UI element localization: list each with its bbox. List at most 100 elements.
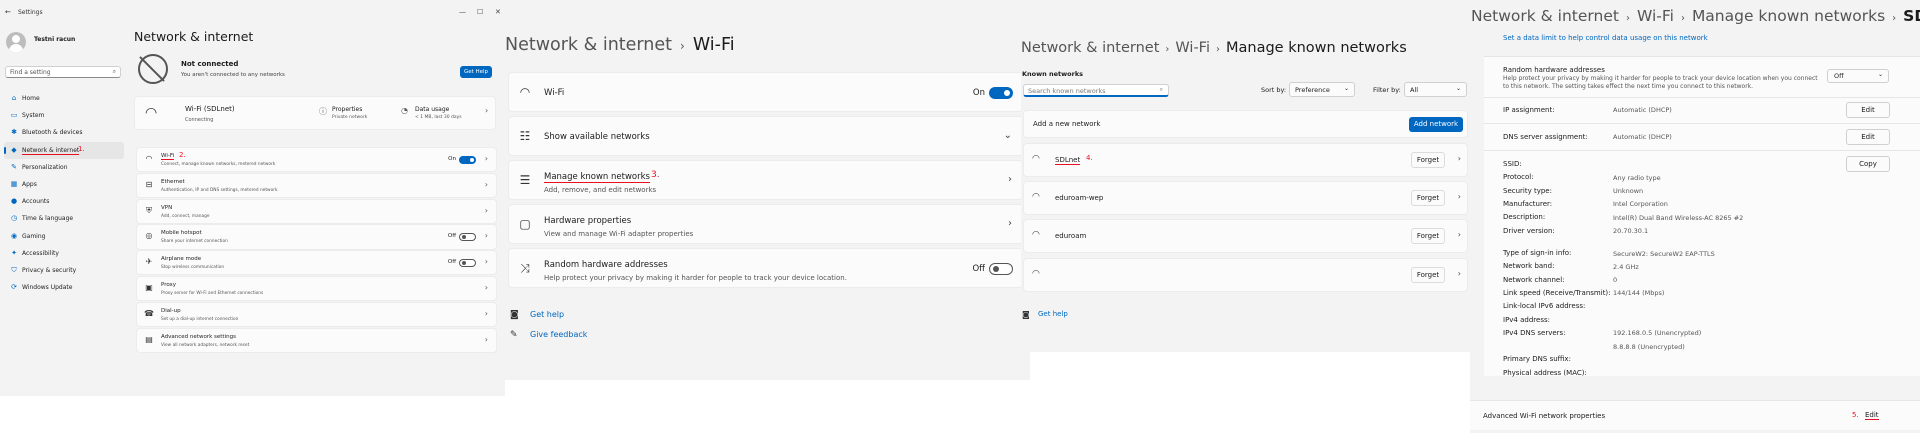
sort-by-label: Sort by: [1261, 86, 1287, 94]
hardware-properties[interactable]: ▢ Hardware properties View and manage Wi… [508, 204, 1023, 244]
known-network-row[interactable]: ◠ eduroam Forget › [1023, 219, 1468, 254]
dns-assignment-value: Automatic (DHCP) [1613, 133, 1672, 141]
sidebar-item-privacy-security[interactable]: ⛉ Privacy & security [4, 262, 124, 279]
properties-link[interactable]: Properties Private network [332, 106, 367, 120]
known-network-row[interactable]: ◠ SDLnet 4. Forget › [1023, 143, 1468, 177]
forget-button[interactable]: Forget [1411, 190, 1445, 207]
get-help-button[interactable]: Get Help [460, 66, 492, 78]
chevron-right-icon: › [1457, 154, 1461, 163]
window-title: Settings [18, 9, 43, 16]
wifi-icon: ◠ [1032, 192, 1040, 203]
setting-subtitle: View all network adapters, network reset [161, 342, 250, 348]
setting-row-mobile-hotspot[interactable]: ◎ Mobile hotspot Share your internet conne… [136, 224, 497, 250]
back-arrow-icon[interactable]: ← [5, 8, 11, 16]
get-help-link[interactable]: ◙ Get help [508, 308, 587, 328]
minimize-icon[interactable]: — [459, 8, 466, 16]
get-help-label: Get help [1038, 310, 1068, 318]
toggle-switch[interactable] [459, 156, 476, 164]
find-setting-input[interactable]: Find a setting ⌕ [5, 66, 121, 78]
forget-button[interactable]: Forget [1411, 228, 1445, 245]
dns-edit-button[interactable]: Edit [1846, 129, 1890, 145]
ethernet-icon: ⊟ [145, 179, 153, 189]
manage-known-networks[interactable]: ☰ Manage known networks Add, remove, and… [508, 160, 1023, 200]
breadcrumb-network[interactable]: Network & internet [1471, 7, 1619, 25]
close-icon[interactable]: ✕ [495, 8, 501, 16]
step-marker-3: 3. [651, 170, 660, 180]
rha-dropdown[interactable]: Off ⌄ [1827, 69, 1889, 83]
sidebar-item-windows-update[interactable]: ⟳ Windows Update [4, 279, 124, 296]
sidebar-item-accounts[interactable]: ● Accounts [4, 193, 124, 210]
chevron-right-icon: › [1680, 13, 1685, 24]
sidebar-item-time-language[interactable]: ◷ Time & language [4, 210, 124, 227]
sidebar-item-network-internet[interactable]: ◆ Network & internet [4, 141, 124, 159]
data-usage-link[interactable]: Data usage < 1 MB, last 30 days [415, 106, 462, 120]
step-marker-5: 5. [1852, 411, 1859, 419]
hw-props-label: Hardware properties [544, 216, 632, 226]
setting-row-advanced-network-settings[interactable]: ▤ Advanced network settings View all netwo… [136, 327, 497, 353]
advanced-edit-button[interactable]: Edit [1865, 411, 1879, 420]
sidebar-item-home[interactable]: ⌂ Home [4, 90, 124, 107]
ip-assignment-value: Automatic (DHCP) [1613, 106, 1672, 114]
sidebar-item-gaming[interactable]: ◉ Gaming [4, 228, 124, 245]
user-name: Testni racun [34, 36, 76, 43]
random-hw-toggle[interactable] [989, 263, 1013, 275]
sidebar-item-apps[interactable]: ▦ Apps [4, 176, 124, 193]
show-available-networks[interactable]: ☷ Show available networks ⌄ [508, 116, 1023, 156]
user-profile[interactable]: Testni racun [6, 32, 126, 54]
sidebar-item-system[interactable]: ▭ System [4, 107, 124, 124]
known-network-row[interactable]: ◠ Forget › [1023, 257, 1468, 292]
wifi-toggle[interactable] [989, 87, 1013, 99]
filter-dropdown[interactable]: All ⌄ [1404, 82, 1467, 97]
sidebar-item-accessibility[interactable]: ✦ Accessibility [4, 245, 124, 262]
globe-disconnected-icon [138, 54, 168, 84]
wifi-network-name: Wi-Fi (SDLnet) [185, 105, 235, 113]
get-help-link[interactable]: ◙ Get help [1021, 310, 1068, 319]
wifi-connection-card[interactable]: ◠ Wi-Fi (SDLnet) Connecting ⓘ Properties… [134, 96, 496, 130]
add-network-button[interactable]: Add network [1409, 117, 1463, 132]
breadcrumb-manage[interactable]: Manage known networks [1692, 7, 1885, 25]
ip-edit-button[interactable]: Edit [1846, 102, 1890, 118]
chevron-right-icon: › [484, 231, 488, 241]
breadcrumb-network[interactable]: Network & internet [1021, 40, 1159, 56]
known-networks-label: Known networks [1022, 70, 1084, 78]
toggle-switch[interactable] [459, 233, 476, 242]
breadcrumb-network[interactable]: Network & internet [505, 35, 672, 55]
wifi-label: Wi-Fi [544, 88, 565, 98]
known-network-row[interactable]: ◠ eduroam-wep Forget › [1023, 181, 1468, 216]
forget-button[interactable]: Forget [1411, 152, 1445, 168]
breadcrumb-wifi[interactable]: Wi-Fi [1637, 7, 1674, 25]
known-networks-list: ◠ SDLnet 4. Forget › ◠ eduroam-wep Forget › ◠ edur… [1023, 143, 1468, 296]
setting-row-vpn[interactable]: ⛨ VPN Add, connect, manage › [136, 198, 497, 224]
sort-dropdown[interactable]: Preference ⌄ [1289, 82, 1355, 97]
sidebar-item-personalization[interactable]: ✎ Personalization [4, 159, 124, 176]
setting-row-airplane-mode[interactable]: ✈ Airplane mode Stop wireless communicatio… [136, 250, 497, 276]
sort-value: Preference [1295, 86, 1330, 94]
toggle-switch[interactable] [459, 259, 476, 268]
copy-button[interactable]: Copy [1846, 156, 1890, 172]
property-value: Any radio type [1613, 173, 1661, 182]
feedback-icon: ✎ [510, 330, 518, 340]
setting-row-ethernet[interactable]: ⊟ Ethernet Authentication, IP and DNS sett… [136, 172, 497, 199]
give-feedback-link[interactable]: ✎ Give feedback [508, 328, 587, 348]
search-known-networks-input[interactable]: Search known networks ⌕ [1023, 84, 1169, 97]
chevron-right-icon: › [1457, 268, 1461, 278]
wifi-icon: ◠ [519, 85, 531, 99]
property-label: SSID: [1503, 160, 1522, 168]
chevron-right-icon: › [485, 106, 489, 115]
property-label: Description: [1503, 213, 1546, 222]
forget-button[interactable]: Forget [1411, 266, 1445, 283]
wifi-icon: ◠ [1032, 268, 1040, 279]
data-limit-link[interactable]: Set a data limit to help control data us… [1503, 34, 1708, 42]
breadcrumb: Network & internet › Wi-Fi › Manage known ne… [1471, 7, 1920, 25]
network-name: eduroam [1055, 232, 1087, 241]
setting-row-wi-fi[interactable]: ◠ Wi-Fi Connect, manage known networks, me… [136, 147, 497, 173]
breadcrumb-wifi[interactable]: Wi-Fi [1175, 40, 1210, 56]
chevron-right-icon: › [484, 334, 488, 344]
sidebar-item-bluetooth-devices[interactable]: ✱ Bluetooth & devices [4, 124, 124, 141]
status-title: Not connected [181, 60, 239, 68]
settings-window-network: ← Settings — ☐ ✕ Testni racun Find a set… [0, 0, 505, 396]
vpn-icon: ⛨ [146, 205, 152, 215]
setting-row-proxy[interactable]: ▣ Proxy Proxy server for Wi-Fi and Etherne… [136, 275, 497, 302]
maximize-icon[interactable]: ☐ [477, 8, 483, 16]
setting-row-dial-up[interactable]: ☎ Dial-up Set up a dial-up internet connec… [136, 301, 497, 328]
